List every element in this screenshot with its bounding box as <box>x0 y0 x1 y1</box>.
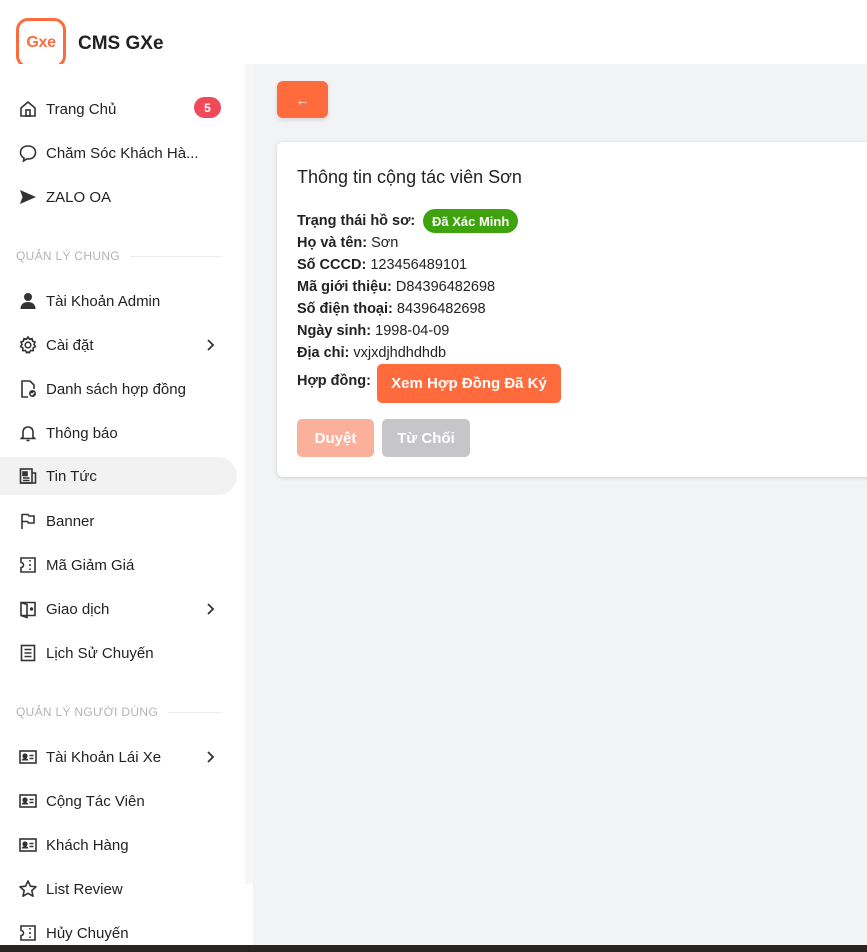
sidebar-item-label: Trang Chủ <box>46 100 117 118</box>
info-row-referral-code: Mã giới thiệu: D84396482698 <box>297 279 495 295</box>
sidebar-item-label: Danh sách hợp đồng <box>46 380 186 398</box>
field-label: Trạng thái hồ sơ: <box>297 213 416 229</box>
notification-badge: 5 <box>194 97 221 118</box>
contract-check-icon <box>18 379 38 399</box>
info-row-address: Địa chỉ: vxjxdjhdhdhdb <box>297 345 446 361</box>
send-icon <box>18 187 38 207</box>
bell-icon <box>18 423 38 443</box>
sidebar-item-label: Mã Giảm Giá <box>46 556 135 574</box>
sidebar-item-label: Lịch Sử Chuyến <box>46 644 154 662</box>
sidebar: Trang Chủ 5 Chăm Sóc Khách Hà... ZALO OA… <box>0 64 253 952</box>
sidebar-item-label: Cài đặt <box>46 336 94 354</box>
info-row-cccd: Số CCCD: 123456489101 <box>297 257 467 273</box>
info-row-contract: Hợp đồng: <box>297 373 371 389</box>
sidebar-item-danh-sach-hop-dong[interactable]: Danh sách hợp đồng <box>0 370 237 408</box>
flag-icon <box>18 511 38 531</box>
app-logo[interactable]: Gxe <box>16 18 66 68</box>
transaction-icon <box>18 599 38 619</box>
id-card-icon <box>18 747 38 767</box>
list-icon <box>18 643 38 663</box>
info-row-phone: Số điện thoại: 84396482698 <box>297 301 486 317</box>
sidebar-item-label: Tài Khoản Admin <box>46 292 161 310</box>
section-header-general: QUẢN LÝ CHUNG <box>16 249 221 263</box>
collaborator-info-card: Thông tin cộng tác viên Sơn Trạng thái h… <box>277 142 867 477</box>
user-icon <box>18 291 38 311</box>
home-icon <box>18 99 38 119</box>
field-label: Mã giới thiệu: <box>297 279 392 295</box>
logo-text: Gxe <box>26 34 56 51</box>
status-badge: Đã Xác Minh <box>423 209 519 233</box>
star-icon <box>18 879 38 899</box>
sidebar-scrollbar[interactable] <box>245 64 253 884</box>
coupon-icon <box>18 923 38 943</box>
sidebar-item-banner[interactable]: Banner <box>0 502 237 540</box>
sidebar-item-label: Giao dịch <box>46 600 110 618</box>
field-label: Số điện thoại: <box>297 301 393 317</box>
sidebar-item-label: Tài Khoản Lái Xe <box>46 748 162 766</box>
sidebar-item-label: Chăm Sóc Khách Hà... <box>46 144 199 162</box>
sidebar-item-label: Khách Hàng <box>46 836 129 854</box>
sidebar-item-cai-dat[interactable]: Cài đặt <box>0 326 237 364</box>
sidebar-item-label: Thông báo <box>46 424 118 442</box>
gear-icon <box>18 335 38 355</box>
chevron-right-icon <box>207 603 215 615</box>
card-title: Thông tin cộng tác viên Sơn <box>297 167 522 187</box>
field-label: Ngày sinh: <box>297 323 372 339</box>
sidebar-item-list-review[interactable]: List Review <box>0 870 237 908</box>
sidebar-item-tai-khoan-lai-xe[interactable]: Tài Khoản Lái Xe <box>0 738 237 776</box>
approve-button[interactable]: Duyệt <box>297 419 374 457</box>
sidebar-item-thong-bao[interactable]: Thông báo <box>0 414 237 452</box>
sidebar-item-cong-tac-vien[interactable]: Cộng Tác Viên <box>0 782 237 820</box>
news-icon <box>18 466 38 486</box>
sidebar-item-zalo-oa[interactable]: ZALO OA <box>0 178 237 216</box>
sidebar-item-lich-su-chuyen[interactable]: Lịch Sử Chuyến <box>0 634 237 672</box>
sidebar-item-label: ZALO OA <box>46 188 112 206</box>
reject-button[interactable]: Từ Chối <box>382 419 470 457</box>
sidebar-item-tai-khoan-admin[interactable]: Tài Khoản Admin <box>0 282 237 320</box>
sidebar-item-khach-hang[interactable]: Khách Hàng <box>0 826 237 864</box>
sidebar-item-label: Hủy Chuyến <box>46 924 129 942</box>
field-value: 123456489101 <box>370 257 468 273</box>
field-label: Họ và tên: <box>297 235 368 251</box>
field-value: Sơn <box>371 235 399 251</box>
sidebar-item-label: Banner <box>46 512 95 530</box>
back-button[interactable]: ← <box>277 81 328 118</box>
sidebar-item-label: List Review <box>46 880 123 898</box>
sidebar-item-ma-giam-gia[interactable]: Mã Giảm Giá <box>0 546 237 584</box>
info-row-full-name: Họ và tên: Sơn <box>297 235 398 251</box>
id-card-icon <box>18 791 38 811</box>
field-value: D84396482698 <box>395 279 496 295</box>
arrow-left-icon: ← <box>295 91 310 108</box>
section-header-users: QUẢN LÝ NGƯỜI DÙNG <box>16 705 221 719</box>
id-card-icon <box>18 835 38 855</box>
field-value: 1998-04-09 <box>375 323 450 339</box>
info-row-status: Trạng thái hồ sơ: <box>297 213 415 229</box>
field-value: vxjxdjhdhdhdb <box>353 345 447 361</box>
field-label: Số CCCD: <box>297 257 367 273</box>
chat-bubble-icon <box>18 143 38 163</box>
sidebar-item-cham-soc-khach-hang[interactable]: Chăm Sóc Khách Hà... <box>0 134 237 172</box>
chevron-right-icon <box>207 339 215 351</box>
app-title: CMS GXe <box>78 33 164 54</box>
view-signed-contract-button[interactable]: Xem Hợp Đồng Đã Ký <box>377 364 561 403</box>
info-row-birthday: Ngày sinh: 1998-04-09 <box>297 323 449 339</box>
field-label: Hợp đồng: <box>297 373 371 389</box>
chevron-right-icon <box>207 751 215 763</box>
field-value: 84396482698 <box>396 301 486 317</box>
sidebar-item-label: Cộng Tác Viên <box>46 792 145 810</box>
sidebar-item-label: Tin Tức <box>46 467 97 485</box>
field-label: Địa chỉ: <box>297 345 350 361</box>
coupon-icon <box>18 555 38 575</box>
top-bar: Gxe CMS GXe <box>0 0 867 68</box>
bottom-edge-bar <box>0 945 867 952</box>
sidebar-item-tin-tuc[interactable]: Tin Tức <box>0 457 237 495</box>
sidebar-item-giao-dich[interactable]: Giao dịch <box>0 590 237 628</box>
